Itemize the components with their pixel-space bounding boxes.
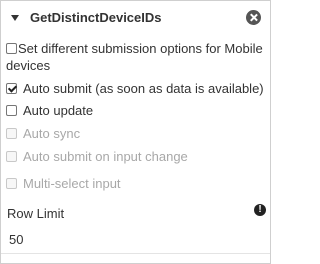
row-limit-input[interactable]	[1, 226, 270, 254]
checkbox-multi-select	[6, 178, 17, 189]
option-label: Auto update	[23, 103, 94, 118]
option-label: Auto submit (as soon as data is availabl…	[23, 81, 264, 96]
option-mobile-submission[interactable]: Set different submission options for Mob…	[6, 40, 266, 74]
option-label: Set different submission options for Mob…	[6, 41, 263, 73]
option-label: Auto submit on input change	[23, 149, 188, 164]
option-label: Auto sync	[23, 126, 81, 141]
panel-header[interactable]: GetDistinctDeviceIDs	[1, 1, 270, 35]
checkbox-auto-update[interactable]	[6, 105, 17, 116]
close-icon[interactable]	[246, 10, 261, 25]
info-icon[interactable]: !	[254, 204, 266, 216]
checkbox-mobile-submission[interactable]	[6, 43, 17, 54]
row-limit-label: Row Limit	[7, 206, 65, 221]
caret-down-icon[interactable]	[11, 15, 19, 21]
panel-title: GetDistinctDeviceIDs	[30, 10, 162, 25]
settings-panel: GetDistinctDeviceIDs Set different submi…	[0, 0, 271, 264]
checkbox-auto-submit-on-change	[6, 151, 17, 162]
checkbox-auto-submit[interactable]	[6, 83, 17, 94]
checkbox-auto-sync	[6, 128, 17, 139]
option-label: Multi-select input	[23, 176, 121, 191]
